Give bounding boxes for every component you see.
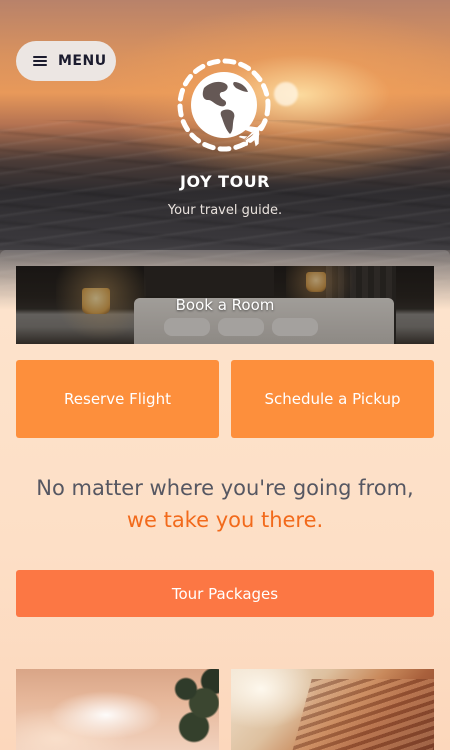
menu-label: MENU [58, 53, 107, 69]
destination-photo-canyon[interactable] [231, 669, 434, 750]
reserve-flight-button[interactable]: Reserve Flight [16, 360, 219, 438]
sun [274, 82, 298, 106]
book-room-button[interactable]: Book a Room [16, 266, 434, 344]
brand-name: JOY TOUR [180, 172, 270, 191]
schedule-pickup-button[interactable]: Schedule a Pickup [231, 360, 434, 438]
tagline: Your travel guide. [167, 203, 283, 218]
slogan-line-1: No matter where you're going from, [36, 476, 414, 500]
schedule-pickup-label: Schedule a Pickup [264, 390, 401, 408]
destination-photo-sky[interactable] [16, 669, 219, 750]
hamburger-icon [33, 56, 47, 66]
tour-packages-label: Tour Packages [171, 584, 279, 603]
menu-button[interactable]: MENU [16, 41, 116, 81]
tree-foliage [166, 669, 219, 750]
tour-packages-button[interactable]: Tour Packages [16, 570, 434, 617]
slogan-line-2: we take you there. [126, 508, 324, 532]
book-room-label: Book a Room [175, 296, 275, 314]
rock-formation [290, 679, 434, 750]
globe-airplane-logo [177, 58, 271, 152]
reserve-flight-label: Reserve Flight [64, 390, 171, 408]
